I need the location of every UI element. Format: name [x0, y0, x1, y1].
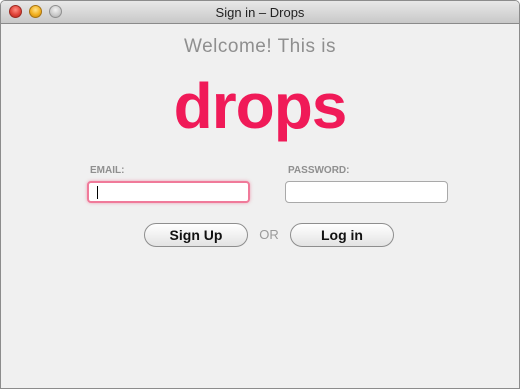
or-separator: OR: [259, 227, 279, 242]
title-bar[interactable]: Sign in – Drops: [1, 1, 519, 24]
sign-up-button[interactable]: Sign Up: [144, 223, 248, 247]
welcome-heading: Welcome! This is: [184, 36, 336, 57]
drops-logo: drops: [173, 70, 348, 142]
app-window: Sign in – Drops Welcome! This is drops E…: [0, 0, 520, 389]
password-field[interactable]: [285, 181, 448, 203]
email-field[interactable]: [87, 181, 250, 203]
email-label: EMAIL:: [90, 165, 125, 176]
sign-in-panel: Welcome! This is drops EMAIL: PASSWORD: …: [1, 24, 519, 388]
log-in-button[interactable]: Log in: [290, 223, 394, 247]
text-caret: [97, 186, 98, 199]
password-label: PASSWORD:: [288, 165, 350, 176]
window-title: Sign in – Drops: [215, 5, 305, 20]
